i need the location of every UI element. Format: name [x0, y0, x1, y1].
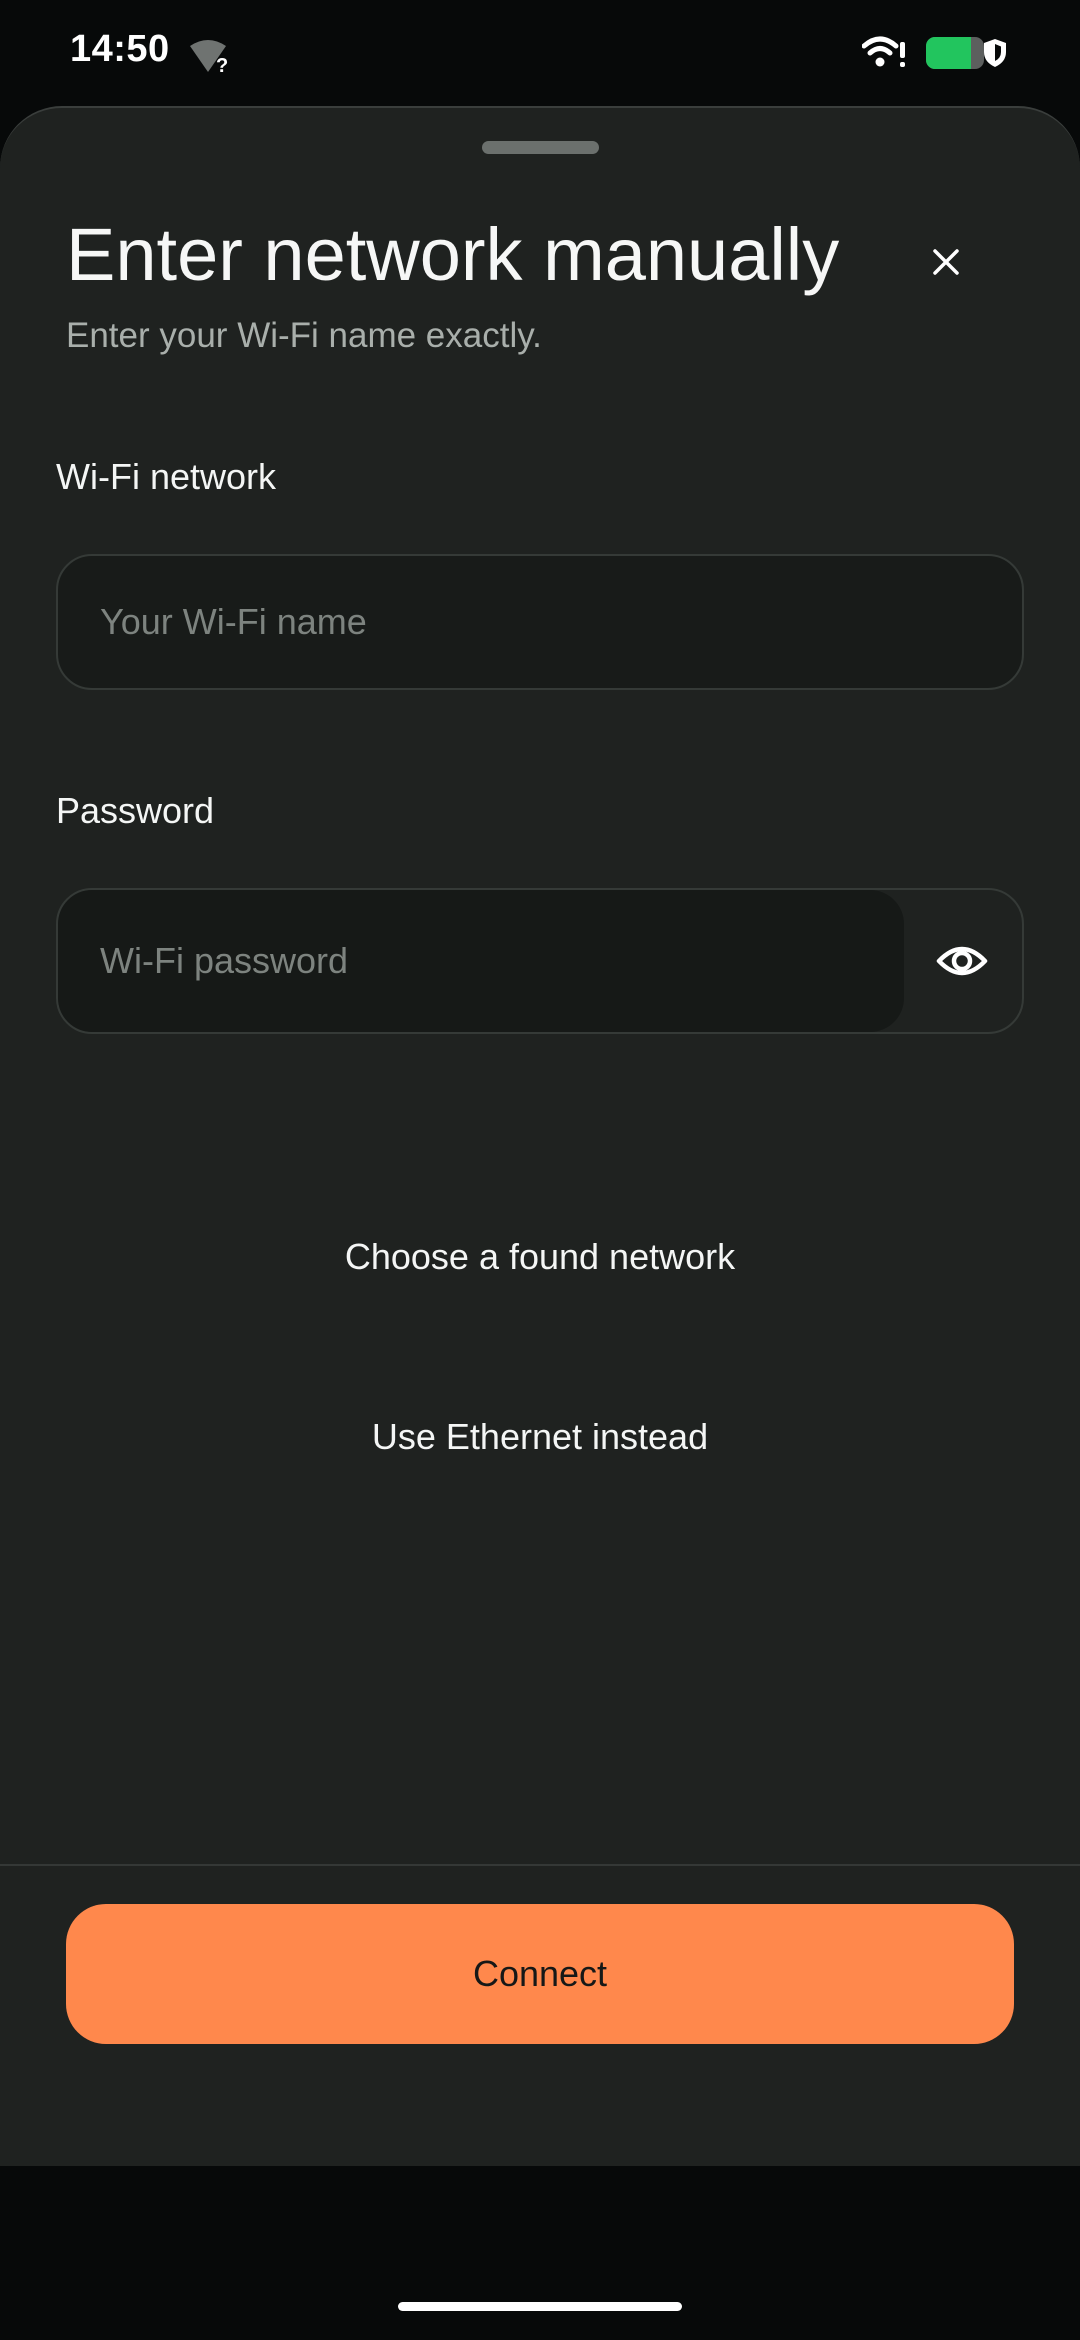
- close-icon: [933, 249, 959, 275]
- choose-found-network-button[interactable]: Choose a found network: [0, 1236, 1080, 1278]
- divider: [0, 1864, 1080, 1866]
- shield-icon: [984, 39, 1006, 67]
- close-button[interactable]: [916, 232, 976, 292]
- show-password-button[interactable]: [902, 890, 1022, 1032]
- password-field: [56, 888, 1024, 1034]
- use-ethernet-button[interactable]: Use Ethernet instead: [0, 1416, 1080, 1458]
- drag-handle[interactable]: [482, 141, 599, 154]
- eye-icon: [936, 946, 988, 976]
- password-input-area: [58, 890, 904, 1032]
- page-title: Enter network manually: [66, 213, 840, 296]
- wifi-network-label: Wi-Fi network: [56, 456, 277, 497]
- connect-button[interactable]: Connect: [66, 1904, 1014, 2044]
- status-time: 14:50: [70, 28, 170, 70]
- password-label: Password: [56, 790, 215, 831]
- home-indicator[interactable]: [398, 2302, 682, 2311]
- wifi-network-field: [56, 554, 1024, 690]
- status-bar: 14:50 ?: [0, 0, 1080, 106]
- wifi-unknown-icon: ?: [190, 40, 228, 74]
- password-input[interactable]: [58, 890, 904, 1032]
- battery-fill: [926, 37, 972, 69]
- bottom-sheet: Enter network manually Enter your Wi-Fi …: [0, 106, 1080, 2166]
- wifi-alert-icon: [862, 36, 905, 67]
- page-subtitle: Enter your Wi-Fi name exactly.: [66, 316, 542, 355]
- wifi-network-input[interactable]: [58, 556, 1022, 688]
- battery-icon: [926, 37, 984, 69]
- wifi-unknown-mark: ?: [216, 55, 228, 74]
